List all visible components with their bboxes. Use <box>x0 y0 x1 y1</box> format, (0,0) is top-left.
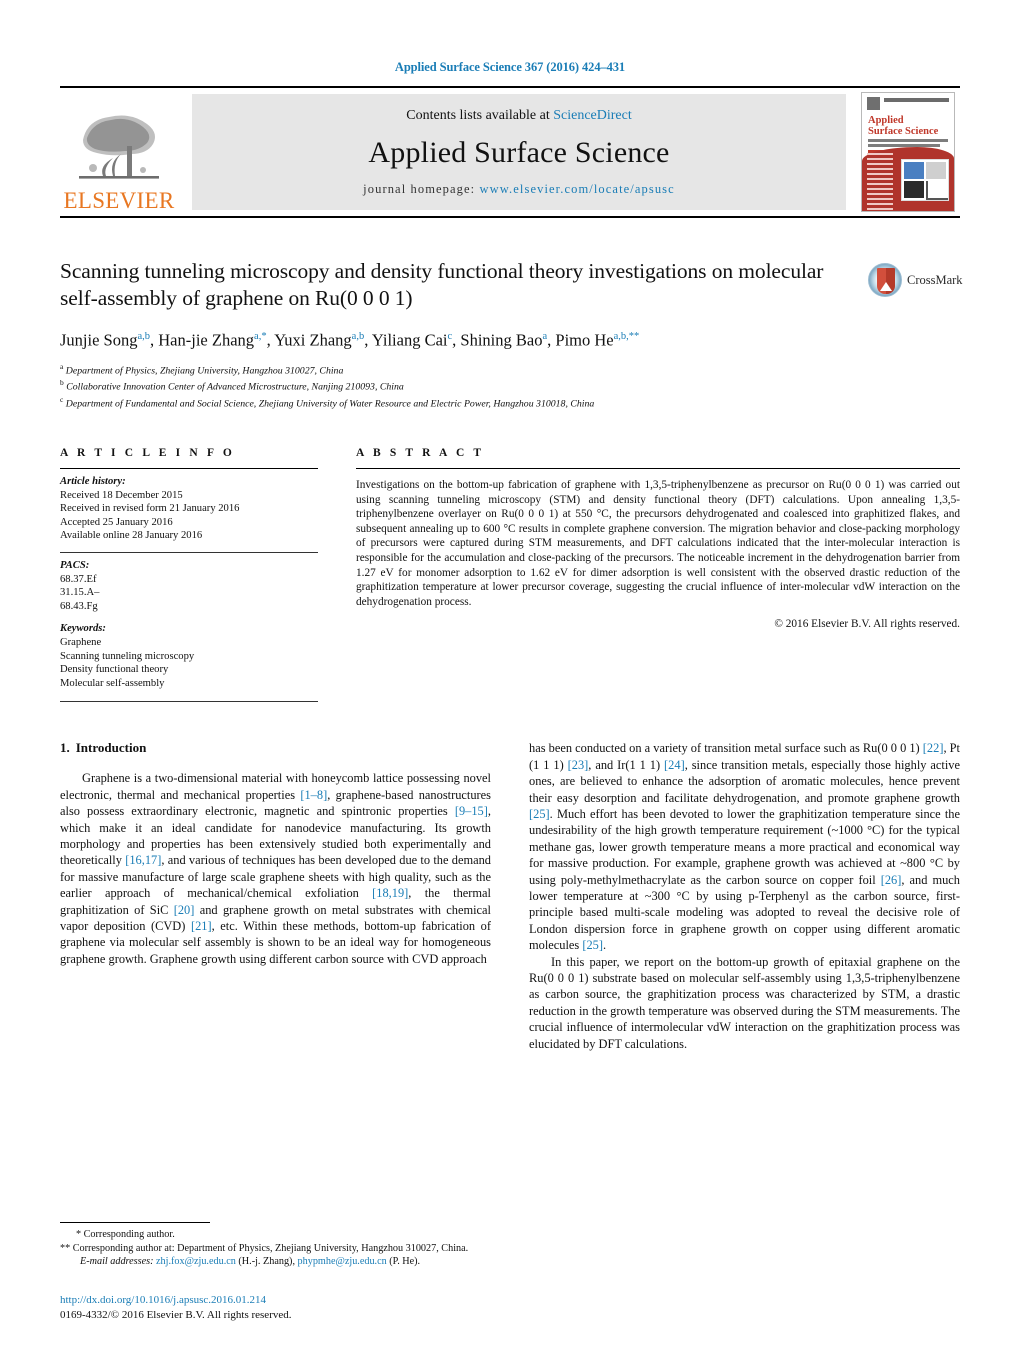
abstract-column: A B S T R A C T Investigations on the bo… <box>356 447 960 702</box>
footer-block: http://dx.doi.org/10.1016/j.apsusc.2016.… <box>60 1293 520 1323</box>
journal-title: Applied Surface Science <box>368 135 670 169</box>
running-head: Applied Surface Science 367 (2016) 424–4… <box>394 60 626 74</box>
history-item: Accepted 25 January 2016 <box>60 516 173 528</box>
info-abstract-row: A R T I C L E I N F O Article history: R… <box>60 447 960 703</box>
crossmark-label: CrossMark <box>907 272 963 287</box>
elsevier-wordmark: ELSEVIER <box>63 188 175 213</box>
keyword-item: Scanning tunneling microscopy <box>60 650 195 662</box>
pacs-group: PACS: 68.37.Ef 31.15.A– 68.43.Fg <box>60 553 318 622</box>
affiliation-item: b Collaborative Innovation Center of Adv… <box>60 377 960 394</box>
pacs-item: 68.37.Ef <box>60 573 97 585</box>
history-item: Received in revised form 21 January 2016 <box>60 503 240 515</box>
email-owner-1: (H.-j. Zhang), <box>238 1255 295 1267</box>
affiliation-list: a Department of Physics, Zhejiang Univer… <box>60 361 960 412</box>
journal-header-center: Contents lists available at ScienceDirec… <box>192 94 846 210</box>
body-column-right: has been conducted on a variety of trans… <box>529 740 960 1052</box>
history-item: Received 18 December 2015 <box>60 489 183 501</box>
sciencedirect-link[interactable]: ScienceDirect <box>553 108 632 123</box>
author-list: Junjie Songa,b, Han-jie Zhanga,*, Yuxi Z… <box>60 330 640 350</box>
article-info-column: A R T I C L E I N F O Article history: R… <box>60 447 318 703</box>
cover-issue-bar <box>933 98 949 102</box>
article-page: Applied Surface Science 367 (2016) 424–4… <box>0 0 1020 1351</box>
crossmark-icon <box>868 263 902 297</box>
journal-cover-thumbnail: Applied Surface Science <box>856 88 960 216</box>
intro-paragraph-1-part-a: Graphene is a two-dimensional material w… <box>60 771 492 966</box>
body-columns: 1. Introduction Graphene is a two-dimensi… <box>60 740 960 1052</box>
footnote-emails: E-mail addresses: zhj.fox@zju.edu.cn (H.… <box>60 1255 510 1268</box>
article-info-heading: A R T I C L E I N F O <box>60 447 235 460</box>
pacs-item: 68.43.Fg <box>60 600 98 612</box>
section-heading-introduction: 1. Introduction <box>60 740 491 756</box>
affiliation-item: a Department of Physics, Zhejiang Univer… <box>60 361 960 378</box>
section-label: Introduction <box>75 740 147 756</box>
elsevier-tree-icon <box>79 115 159 179</box>
keyword-item: Graphene <box>60 637 102 649</box>
footnote-corresponding-2: ** Corresponding author at: Department o… <box>60 1242 469 1254</box>
email-link-2[interactable]: phypmhe@zju.edu.cn <box>298 1256 387 1267</box>
keyword-item: Density functional theory <box>60 664 169 676</box>
cover-title-line2: Surface Science <box>868 126 939 137</box>
journal-homepage-line: journal homepage: www.elsevier.com/locat… <box>363 182 675 197</box>
contents-prefix: Contents lists available at <box>406 107 554 123</box>
article-history-group: Article history: Received 18 December 20… <box>60 469 318 552</box>
footnote-rule <box>60 1222 210 1224</box>
body-column-left: 1. Introduction Graphene is a two-dimensi… <box>60 740 491 1052</box>
keywords-group: Keywords: Graphene Scanning tunneling mi… <box>60 622 318 699</box>
affiliation-text: Department of Fundamental and Social Sci… <box>65 398 595 410</box>
cover-contents-list <box>867 153 893 211</box>
page-title: Scanning tunneling microscopy and densit… <box>60 259 824 310</box>
doi-link[interactable]: http://dx.doi.org/10.1016/j.apsusc.2016.… <box>60 1293 520 1308</box>
keywords-label: Keywords: <box>60 623 106 635</box>
cover-figure-inset <box>901 159 949 202</box>
homepage-prefix: journal homepage: <box>363 181 480 196</box>
crossmark-badge[interactable]: CrossMark <box>868 260 963 300</box>
abstract-heading: A B S T R A C T <box>356 447 485 460</box>
intro-paragraph-2: In this paper, we report on the bottom-u… <box>529 954 960 1051</box>
cover-red-panel <box>862 147 954 211</box>
cover-subtitle-bar-1 <box>868 139 948 142</box>
abstract-copyright: © 2016 Elsevier B.V. All rights reserved… <box>774 618 960 631</box>
footnote-corresponding-1: * Corresponding author. <box>76 1229 175 1241</box>
journal-masthead: ELSEVIER Contents lists available at Sci… <box>60 86 960 218</box>
cover-journal-title: Applied Surface Science <box>868 115 950 137</box>
email-label: E-mail addresses: <box>80 1255 154 1267</box>
elsevier-logo: ELSEVIER <box>60 88 178 216</box>
pacs-item: 31.15.A– <box>60 587 100 599</box>
cover-publisher-mark-icon <box>867 97 880 110</box>
affiliation-text: Collaborative Innovation Center of Advan… <box>66 381 404 393</box>
affiliation-marker: b <box>60 378 64 388</box>
abstract-text: Investigations on the bottom-up fabricat… <box>356 479 960 608</box>
affiliation-item: c Department of Fundamental and Social S… <box>60 394 960 411</box>
affiliation-marker: c <box>60 395 64 405</box>
email-link-1[interactable]: zhj.fox@zju.edu.cn <box>156 1256 236 1267</box>
issn-copyright: 0169-4332/© 2016 Elsevier B.V. All right… <box>60 1309 292 1321</box>
affiliation-text: Department of Physics, Zhejiang Universi… <box>65 364 344 376</box>
contents-available-line: Contents lists available at ScienceDirec… <box>406 108 632 124</box>
affiliation-marker: a <box>60 361 64 371</box>
footnote-block: * Corresponding author. ** Corresponding… <box>60 1222 510 1268</box>
article-info-bottom-rule <box>60 701 318 703</box>
cover-title-line1: Applied <box>868 115 904 126</box>
section-number: 1. <box>60 740 70 756</box>
article-history-label: Article history: <box>60 476 126 488</box>
keyword-item: Molecular self-assembly <box>60 677 165 689</box>
title-block: Scanning tunneling microscopy and densit… <box>60 258 963 412</box>
intro-paragraph-1-part-b: has been conducted on a variety of trans… <box>529 741 961 953</box>
history-item: Available online 28 January 2016 <box>60 530 203 542</box>
pacs-label: PACS: <box>60 560 90 572</box>
journal-homepage-link[interactable]: www.elsevier.com/locate/apsusc <box>479 182 674 196</box>
email-owner-2: (P. He). <box>389 1255 421 1267</box>
